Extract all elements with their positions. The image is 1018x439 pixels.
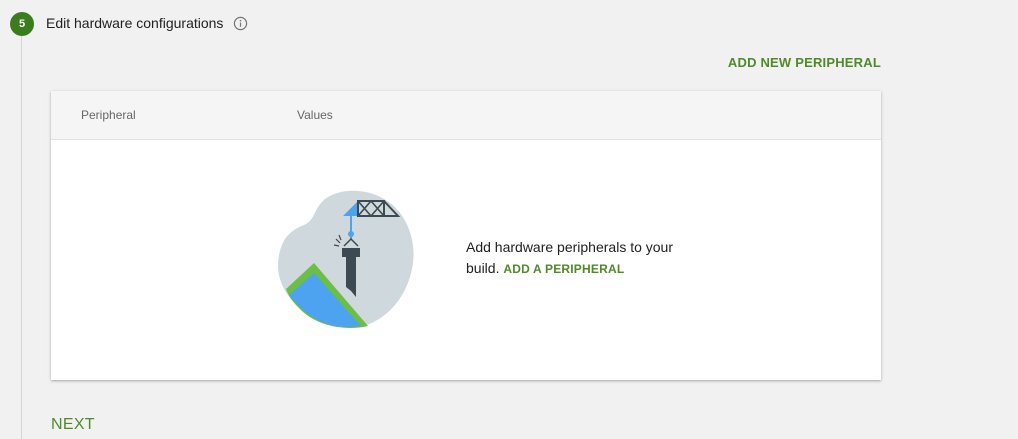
table-header: Peripheral Values	[51, 91, 881, 140]
add-new-peripheral-button[interactable]: ADD NEW PERIPHERAL	[728, 55, 881, 70]
info-icon[interactable]	[233, 16, 248, 31]
empty-state-message: Add hardware peripherals to your build. …	[466, 237, 686, 280]
crane-illustration	[278, 190, 414, 328]
add-a-peripheral-link[interactable]: ADD A PERIPHERAL	[503, 262, 624, 276]
step-connector-line	[21, 36, 22, 439]
hardware-config-step: 5 Edit hardware configurations ADD NEW P…	[0, 0, 1018, 439]
next-button[interactable]: NEXT	[51, 416, 95, 434]
step-title: Edit hardware configurations	[46, 15, 224, 31]
step-number-badge: 5	[10, 12, 34, 36]
column-header-values: Values	[297, 108, 333, 122]
peripherals-table-card: Peripheral Values Add hardware periphera…	[51, 91, 881, 380]
column-header-peripheral: Peripheral	[81, 108, 136, 122]
